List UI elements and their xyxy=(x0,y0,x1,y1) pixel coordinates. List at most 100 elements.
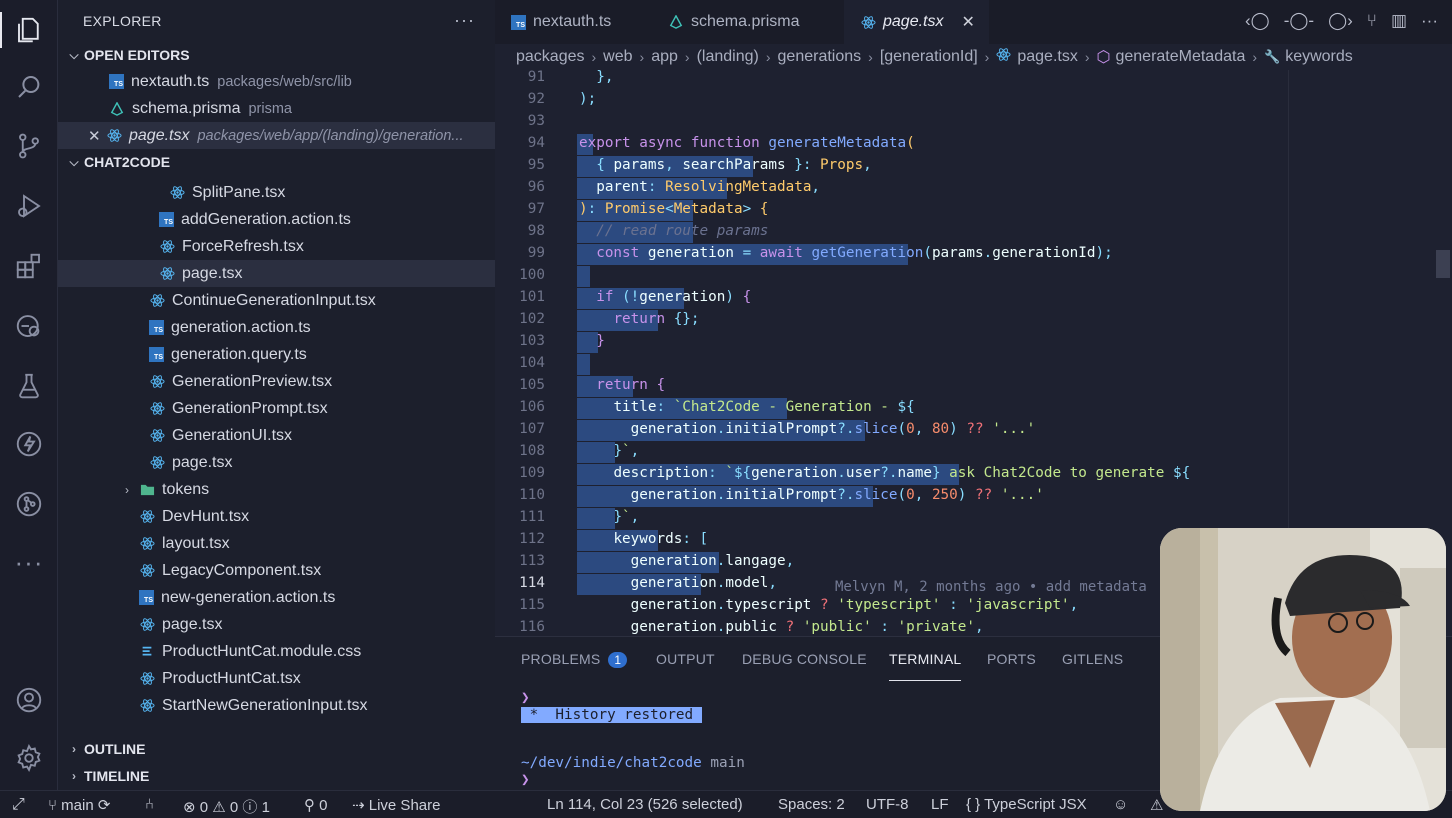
file-item[interactable]: ForceRefresh.tsx xyxy=(58,233,495,260)
open-editors-section[interactable]: ⌵ OPEN EDITORS xyxy=(58,42,495,68)
timeline-icon[interactable]: -◯- xyxy=(1284,11,1314,31)
split-editor-icon[interactable]: ▥ xyxy=(1391,11,1407,31)
problems-indicator[interactable]: ⊗ 0 ⚠ 0 ⓘ 1 xyxy=(183,796,270,817)
language-mode[interactable]: { } TypeScript JSX xyxy=(966,796,1087,813)
sync-icon[interactable]: ⟳ xyxy=(98,797,111,814)
gitlens-status-icon[interactable]: ⑃ xyxy=(145,796,154,813)
line-number: 106 xyxy=(519,399,545,415)
file-name: ContinueGenerationInput.tsx xyxy=(172,291,376,309)
account-icon[interactable] xyxy=(0,676,58,724)
project-section[interactable]: ⌵ CHAT2CODE xyxy=(58,149,495,175)
tab-ports[interactable]: PORTS xyxy=(987,651,1036,667)
terminal-branch: main xyxy=(710,755,745,771)
tab-terminal[interactable]: TERMINAL xyxy=(889,651,962,681)
copilot-icon[interactable]: ☺ xyxy=(1113,796,1128,813)
file-item[interactable]: DevHunt.tsx xyxy=(58,503,495,530)
file-name: generation.query.ts xyxy=(171,345,307,363)
indentation[interactable]: Spaces: 2 xyxy=(778,796,845,813)
open-editor-item-active[interactable]: ✕ page.tsx packages/web/app/(landing)/ge… xyxy=(58,122,495,149)
file-item[interactable]: GenerationUI.tsx xyxy=(58,422,495,449)
file-name: SplitPane.tsx xyxy=(192,183,286,201)
file-item[interactable]: layout.tsx xyxy=(58,530,495,557)
file-item[interactable]: page.tsx xyxy=(58,260,495,287)
terminal-prompt-active[interactable]: ❯ xyxy=(521,772,530,788)
file-item[interactable]: SplitPane.tsx xyxy=(58,179,495,206)
file-item[interactable]: LegacyComponent.tsx xyxy=(58,557,495,584)
activity-bar: ··· xyxy=(0,0,58,790)
breadcrumb-item[interactable]: (landing) xyxy=(697,48,759,66)
file-item[interactable]: TS generation.query.ts xyxy=(58,341,495,368)
thunder-client-icon[interactable] xyxy=(0,420,58,468)
open-editor-item[interactable]: TS nextauth.ts packages/web/src/lib xyxy=(58,68,495,95)
tab-page-tsx[interactable]: page.tsx ✕ xyxy=(844,0,989,44)
file-name: ProductHuntCat.tsx xyxy=(162,669,301,687)
branch-name: main xyxy=(61,797,94,814)
file-item[interactable]: TS generation.action.ts xyxy=(58,314,495,341)
react-file-icon xyxy=(139,536,155,552)
line-number: 108 xyxy=(519,443,545,459)
live-share-button[interactable]: ⇢ Live Share xyxy=(352,796,440,814)
go-forward-icon[interactable]: ◯› xyxy=(1328,11,1353,31)
source-control-icon[interactable] xyxy=(0,122,58,170)
open-editor-item[interactable]: schema.prisma prisma xyxy=(58,95,495,122)
go-back-icon[interactable]: ‹◯ xyxy=(1245,11,1270,31)
code-line: keywords: [ xyxy=(613,531,709,547)
tab-schema-prisma[interactable]: schema.prisma xyxy=(652,0,842,44)
file-item[interactable]: page.tsx xyxy=(58,449,495,476)
file-item[interactable]: ContinueGenerationInput.tsx xyxy=(58,287,495,314)
file-item[interactable]: GenerationPreview.tsx xyxy=(58,368,495,395)
react-file-icon xyxy=(149,293,165,309)
remote-icon[interactable]: ⤢ xyxy=(12,796,25,814)
breadcrumb-item[interactable]: [generationId] xyxy=(880,48,978,66)
gitlens-icon[interactable] xyxy=(0,480,58,528)
ports-indicator[interactable]: ⚲ 0 xyxy=(304,796,328,814)
line-number: 100 xyxy=(519,267,545,283)
code-line: const generation = await getGeneration(p… xyxy=(596,245,1113,261)
file-name: LegacyComponent.tsx xyxy=(162,561,322,579)
line-number: 104 xyxy=(519,355,545,371)
code-line: } xyxy=(596,333,605,349)
breadcrumb-item[interactable]: generations xyxy=(778,48,862,66)
cursor-position[interactable]: Ln 114, Col 23 (526 selected) xyxy=(547,796,743,813)
close-icon[interactable]: ✕ xyxy=(88,127,106,145)
run-debug-icon[interactable] xyxy=(0,182,58,230)
extensions-icon[interactable] xyxy=(0,242,58,290)
explorer-icon[interactable] xyxy=(0,6,58,54)
breadcrumb-item[interactable]: web xyxy=(603,48,632,66)
close-icon[interactable]: ✕ xyxy=(961,12,974,32)
folder-item[interactable]: › tokens xyxy=(58,476,495,503)
end-of-line[interactable]: LF xyxy=(931,796,949,813)
explorer-more-icon[interactable]: ··· xyxy=(454,10,475,31)
settings-gear-icon[interactable] xyxy=(0,734,58,782)
breadcrumb-item[interactable]: generateMetadata xyxy=(1115,48,1245,66)
breadcrumb-item[interactable]: app xyxy=(651,48,678,66)
branch-indicator[interactable]: ⑂ main ⟳ xyxy=(48,796,110,814)
file-item[interactable]: TS addGeneration.action.ts xyxy=(58,206,495,233)
more-actions-icon[interactable]: ··· xyxy=(1421,11,1438,31)
gitlens-action-icon[interactable]: ⑂ xyxy=(1367,11,1377,31)
tab-gitlens[interactable]: GITLENS xyxy=(1062,651,1123,667)
tab-debug-console[interactable]: DEBUG CONSOLE xyxy=(742,651,867,667)
outline-section[interactable]: › OUTLINE xyxy=(58,736,145,762)
file-item[interactable]: StartNewGenerationInput.tsx xyxy=(58,692,495,719)
breadcrumb-item[interactable]: packages xyxy=(516,48,585,66)
line-number: 91 xyxy=(527,69,545,85)
file-item[interactable]: page.tsx xyxy=(58,611,495,638)
tab-problems[interactable]: PROBLEMS 1 xyxy=(521,651,628,668)
more-icon[interactable]: ··· xyxy=(0,538,58,586)
file-item[interactable]: ProductHuntCat.module.css xyxy=(58,638,495,665)
search-icon[interactable] xyxy=(0,63,58,111)
file-item[interactable]: ProductHuntCat.tsx xyxy=(58,665,495,692)
remote-explorer-icon[interactable] xyxy=(0,302,58,350)
timeline-section[interactable]: › TIMELINE xyxy=(58,763,149,789)
tab-nextauth[interactable]: TS nextauth.ts xyxy=(495,0,650,44)
file-item[interactable]: TS new-generation.action.ts xyxy=(58,584,495,611)
encoding[interactable]: UTF-8 xyxy=(866,796,909,813)
breadcrumb-item[interactable]: page.tsx xyxy=(1017,48,1077,66)
tab-output[interactable]: OUTPUT xyxy=(656,651,715,667)
scroll-thumb[interactable] xyxy=(1436,250,1450,278)
file-name: new-generation.action.ts xyxy=(161,588,336,606)
testing-icon[interactable] xyxy=(0,362,58,410)
breadcrumb-item[interactable]: keywords xyxy=(1285,48,1353,66)
file-item[interactable]: GenerationPrompt.tsx xyxy=(58,395,495,422)
